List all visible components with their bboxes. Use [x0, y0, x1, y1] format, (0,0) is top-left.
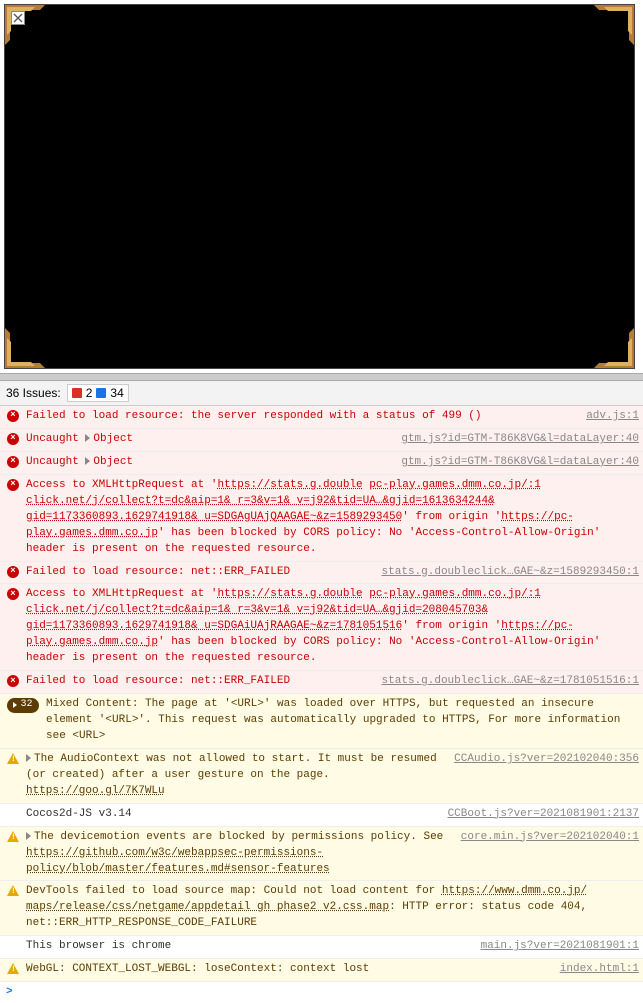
console-row[interactable]: DevTools failed to load source map: Coul… [0, 881, 643, 936]
console-message: Access to XMLHttpRequest at 'https://sta… [26, 478, 639, 558]
console-message: The devicemotion events are blocked by p… [26, 830, 455, 878]
console-row[interactable]: WebGL: CONTEXT_LOST_WEBGL: loseContext: … [0, 959, 643, 982]
warning-icon [6, 962, 20, 974]
game-canvas[interactable] [4, 4, 635, 369]
console-source-link[interactable]: gtm.js?id=GTM-T86K8VG&l=dataLayer:40 [401, 432, 639, 448]
no-icon [6, 807, 20, 808]
error-icon: × [6, 432, 20, 445]
console-source-link[interactable]: stats.g.doubleclick…GAE~&z=1781051516:1 [382, 674, 639, 690]
console-source-link[interactable]: gtm.js?id=GTM-T86K8VG&l=dataLayer:40 [401, 455, 639, 471]
console-message: Mixed Content: The page at '<URL>' was l… [46, 697, 639, 745]
console-source-link[interactable]: stats.g.doubleclick…GAE~&z=1589293450:1 [382, 565, 639, 581]
console-row[interactable]: 32 Mixed Content: The page at '<URL>' was… [0, 694, 643, 749]
console-log-list: × Failed to load resource: the server res… [0, 406, 643, 982]
error-square-icon [72, 388, 82, 398]
console-message: DevTools failed to load source map: Coul… [26, 884, 639, 932]
issues-label: 36 Issues: [6, 386, 61, 400]
console-row[interactable]: × Failed to load resource: the server res… [0, 406, 643, 429]
console-source-link[interactable]: CCAudio.js?ver=202102040:356 [454, 752, 639, 768]
console-row[interactable]: × Failed to load resource: net::ERR_FAILE… [0, 671, 643, 694]
error-icon: × [6, 478, 20, 491]
console-message: The AudioContext was not allowed to star… [26, 752, 448, 800]
corner-ornament-br [594, 328, 634, 368]
info-square-icon [96, 388, 106, 398]
console-prompt[interactable]: > [0, 982, 643, 1002]
error-icon: × [6, 455, 20, 468]
console-message: Uncaught Object [26, 455, 395, 471]
console-row[interactable]: This browser is chrome main.js?ver=202108… [0, 936, 643, 959]
issues-counts[interactable]: 2 34 [67, 384, 129, 402]
error-icon: × [6, 409, 20, 422]
console-source-link[interactable]: CCBoot.js?ver=2021081901:2137 [448, 807, 639, 823]
console-row[interactable]: × Uncaught Object gtm.js?id=GTM-T86K8VG&l=… [0, 429, 643, 452]
console-message: Uncaught Object [26, 432, 395, 448]
console-message: This browser is chrome [26, 939, 475, 955]
corner-ornament-tr [594, 5, 634, 45]
console-message: Failed to load resource: the server resp… [26, 409, 580, 425]
console-row[interactable]: × Access to XMLHttpRequest at 'https://st… [0, 584, 643, 671]
issues-summary-bar[interactable]: 36 Issues: 2 34 [0, 381, 643, 406]
console-row[interactable]: The devicemotion events are blocked by p… [0, 827, 643, 882]
console-row[interactable]: × Failed to load resource: net::ERR_FAILE… [0, 562, 643, 585]
info-count: 34 [110, 386, 123, 400]
console-message: Failed to load resource: net::ERR_FAILED [26, 674, 376, 690]
console-message: WebGL: CONTEXT_LOST_WEBGL: loseContext: … [26, 962, 554, 978]
warning-icon [6, 752, 20, 764]
console-source-link[interactable]: index.html:1 [560, 962, 639, 978]
error-icon: × [6, 565, 20, 578]
error-count: 2 [86, 386, 93, 400]
error-icon: × [6, 674, 20, 687]
prompt-caret: > [6, 986, 13, 998]
devtools-divider[interactable] [0, 373, 643, 381]
console-row[interactable]: Cocos2d-JS v3.14 CCBoot.js?ver=2021081901… [0, 804, 643, 827]
console-row[interactable]: The AudioContext was not allowed to star… [0, 749, 643, 804]
corner-ornament-bl [5, 328, 45, 368]
warning-icon [6, 884, 20, 896]
console-message: Failed to load resource: net::ERR_FAILED [26, 565, 376, 581]
console-message: Access to XMLHttpRequest at 'https://sta… [26, 587, 639, 667]
grouped-count-badge: 32 [6, 697, 40, 713]
console-source-link[interactable]: adv.js:1 [586, 409, 639, 425]
warning-icon [6, 830, 20, 842]
error-icon: × [6, 587, 20, 600]
console-source-link[interactable]: core.min.js?ver=202102040:1 [461, 830, 639, 846]
console-source-link[interactable]: main.js?ver=2021081901:1 [481, 939, 639, 955]
console-message: Cocos2d-JS v3.14 [26, 807, 442, 823]
console-row[interactable]: × Uncaught Object gtm.js?id=GTM-T86K8VG&l=… [0, 452, 643, 475]
broken-image-icon [11, 11, 25, 25]
console-row[interactable]: × Access to XMLHttpRequest at 'https://st… [0, 475, 643, 562]
no-icon [6, 939, 20, 940]
